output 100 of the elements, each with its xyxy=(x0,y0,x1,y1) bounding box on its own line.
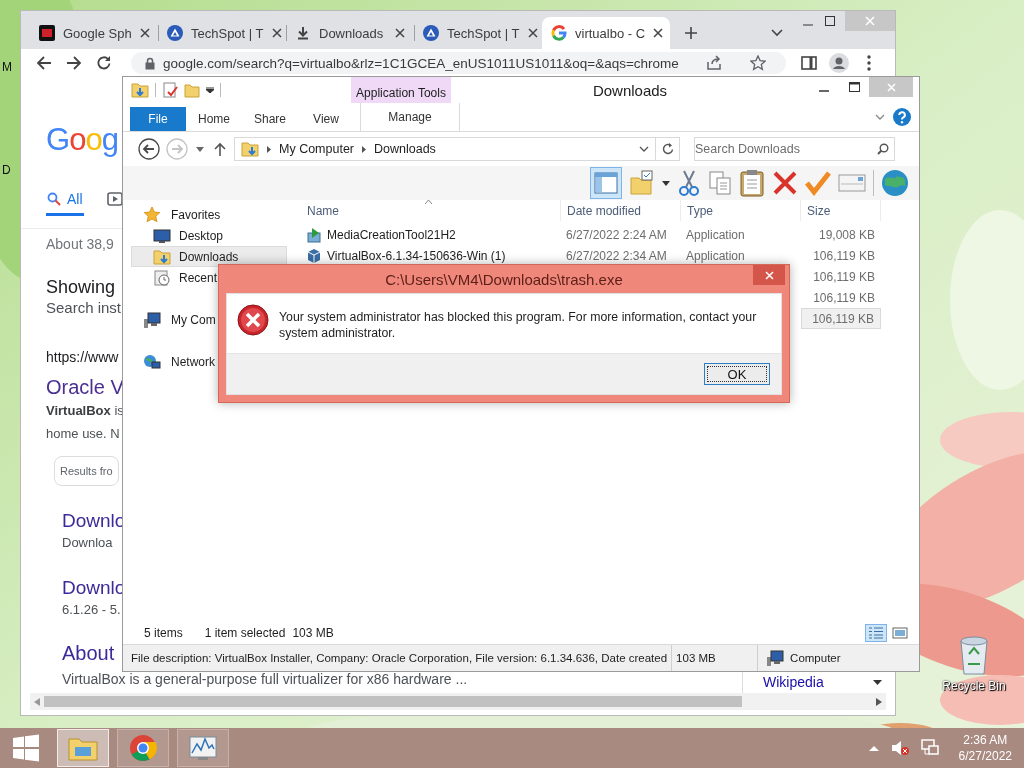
date-cell: 6/27/2022 2:34 AM xyxy=(566,248,667,263)
network-icon[interactable] xyxy=(920,739,939,757)
monitor-icon xyxy=(153,226,171,245)
scroll-left-icon[interactable] xyxy=(34,697,40,706)
details-view-icon[interactable] xyxy=(868,627,884,639)
maximize-icon[interactable] xyxy=(825,16,835,26)
search-instead-link[interactable]: Search inst xyxy=(46,299,122,317)
delete-icon[interactable] xyxy=(772,170,798,196)
menu-icon[interactable] xyxy=(867,55,871,71)
close-icon[interactable] xyxy=(527,28,538,38)
close-icon[interactable] xyxy=(653,28,664,38)
muted-speaker-icon[interactable] xyxy=(890,740,909,756)
caret-icon[interactable] xyxy=(196,146,204,152)
column-header[interactable]: Name xyxy=(301,200,561,221)
selection-size: 103 MB xyxy=(292,626,334,640)
file-details: File description: VirtualBox Installer, Company: Oracle Corporation, File version: 6.1.34.636, Date created xyxy=(130,652,669,664)
taskbar-button[interactable] xyxy=(57,729,109,767)
size-cell[interactable]: 106,119 KB xyxy=(801,308,881,329)
size-cell[interactable]: 106,119 KB xyxy=(801,266,881,287)
caret-icon[interactable] xyxy=(206,87,214,93)
nav-item[interactable]: Downloads xyxy=(131,246,287,267)
browser-tab[interactable]: Google Sph xyxy=(30,17,158,49)
ribbon-tab[interactable]: Home xyxy=(186,107,242,131)
ribbon-tab[interactable]: File xyxy=(130,107,186,131)
size-cell[interactable]: 19,008 KB xyxy=(801,224,881,245)
caret-icon[interactable] xyxy=(662,180,670,186)
clipboard-icon[interactable] xyxy=(739,169,765,197)
browser-tab[interactable]: virtualbo - C xyxy=(542,17,670,49)
ok-button[interactable]: OK xyxy=(704,363,770,385)
desktop-icon-label: Recycle Bin xyxy=(942,679,1006,693)
results-from-chip[interactable]: Results fro xyxy=(54,456,119,486)
chevron-down-icon[interactable] xyxy=(771,29,783,37)
folder-down-icon[interactable] xyxy=(131,82,149,98)
ribbon-tab[interactable]: Share xyxy=(242,107,298,131)
sitelink-title[interactable]: Downlo xyxy=(62,577,126,599)
chevron-down-icon[interactable] xyxy=(875,114,885,120)
check-mark-icon[interactable] xyxy=(805,170,831,196)
close-icon[interactable] xyxy=(139,28,150,38)
chevron-down-icon[interactable] xyxy=(639,146,649,152)
star-icon[interactable] xyxy=(750,55,766,71)
maximize-icon[interactable] xyxy=(848,82,860,92)
close-icon[interactable] xyxy=(271,28,282,38)
search-icon[interactable] xyxy=(877,143,889,155)
square-logo-icon xyxy=(39,25,55,41)
nav-item[interactable]: Desktop xyxy=(131,225,227,246)
thumbnails-view-icon[interactable] xyxy=(892,627,908,639)
nav-item[interactable]: Favorites xyxy=(131,204,224,225)
help-icon[interactable] xyxy=(893,108,911,126)
computer-icon xyxy=(766,650,785,666)
caret-icon xyxy=(873,679,882,685)
close-button[interactable] xyxy=(753,265,785,285)
browser-tab[interactable]: TechSpot | T xyxy=(158,17,286,49)
profile-icon[interactable] xyxy=(829,53,849,73)
breadcrumb-item[interactable]: Downloads xyxy=(374,142,436,156)
back-button-icon[interactable] xyxy=(138,138,160,160)
forward-arrow-icon[interactable] xyxy=(66,55,82,71)
size-cell[interactable]: 106,119 KB xyxy=(801,245,881,266)
ribbon-tab[interactable]: View xyxy=(298,107,354,131)
up-arrow-icon[interactable] xyxy=(214,142,226,156)
plus-icon[interactable] xyxy=(684,26,698,40)
side-panel-icon[interactable] xyxy=(801,55,817,71)
close-icon[interactable] xyxy=(395,28,405,38)
about-title-link[interactable]: About xyxy=(62,641,115,665)
preview-pane-icon[interactable] xyxy=(594,172,618,194)
nav-item[interactable]: My Com xyxy=(131,309,219,330)
search-field[interactable]: Search Downloads xyxy=(694,137,895,161)
horizontal-scrollbar[interactable] xyxy=(30,693,886,710)
about-text: VirtualBox is a general-purpose full virtualizer for x86 hardware ... xyxy=(62,670,468,688)
folder-icon xyxy=(68,735,98,761)
search-tab[interactable]: All xyxy=(46,184,84,216)
address-field[interactable]: My Computer Downloads xyxy=(234,137,656,161)
column-header[interactable]: Size xyxy=(801,200,881,221)
refresh-icon[interactable] xyxy=(661,143,674,155)
type-cell: Application xyxy=(686,227,745,242)
taskbar-button[interactable] xyxy=(117,729,169,767)
browser-tab[interactable]: TechSpot | T xyxy=(414,17,542,49)
nav-item[interactable]: Recent xyxy=(131,267,221,288)
ribbon-tab[interactable]: Manage xyxy=(360,103,460,131)
scroll-right-icon[interactable] xyxy=(876,697,882,706)
share-icon[interactable] xyxy=(706,55,722,71)
breadcrumb-item[interactable]: My Computer xyxy=(279,142,355,156)
back-arrow-icon[interactable] xyxy=(36,55,52,71)
scissors-icon[interactable] xyxy=(677,170,701,196)
nav-item[interactable]: Network xyxy=(131,351,218,372)
reload-icon[interactable] xyxy=(96,55,112,71)
folder-check-icon[interactable] xyxy=(629,170,655,196)
type-cell: Application xyxy=(686,248,745,263)
envelope-icon[interactable] xyxy=(838,173,866,193)
windows-logo-icon[interactable] xyxy=(12,734,40,762)
sitelink-title[interactable]: Downlo xyxy=(62,510,126,532)
taskbar-button[interactable] xyxy=(177,729,229,767)
g-logo-icon xyxy=(551,25,567,41)
globe-icon[interactable] xyxy=(881,169,909,197)
size-cell[interactable]: 106,119 KB xyxy=(801,287,881,308)
browser-tab[interactable]: Downloads xyxy=(286,17,414,49)
column-header[interactable]: Type xyxy=(681,200,801,221)
address-bar[interactable]: google.com/search?q=virtualbo&rlz=1C1GCEA_enUS1011US1011&oq=&aqs=chrome xyxy=(131,52,786,74)
column-header[interactable]: Date modified xyxy=(561,200,681,221)
chevron-up-icon[interactable] xyxy=(868,745,879,751)
properties-icon[interactable] xyxy=(162,82,178,98)
